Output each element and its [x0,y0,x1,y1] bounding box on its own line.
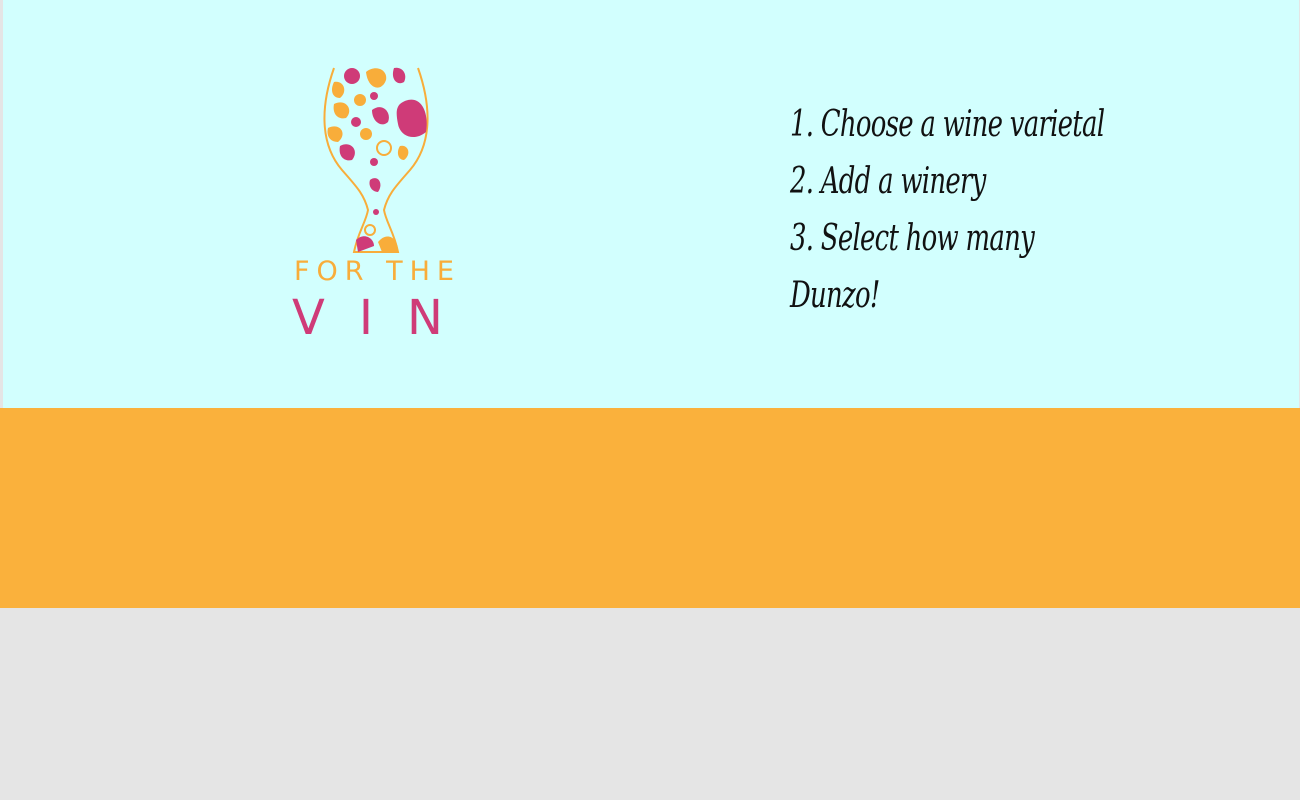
step-choose-varietal: 1. Choose a wine varietal [790,104,1105,145]
page: FOR THE VIN 1. Choose a wine varietal 2.… [0,0,1300,800]
logo-tagline: FOR THE [294,256,461,287]
brand-logo: FOR THE VIN [290,62,460,352]
step-add-winery: 2. Add a winery [790,161,986,202]
steps-list: 1. Choose a wine varietal 2. Add a winer… [790,96,1230,324]
orange-band [0,408,1300,608]
wine-glass-floral-icon [323,67,429,253]
step-select-quantity: 3. Select how many [790,218,1035,259]
gray-content-area [0,608,1300,800]
step-done: Dunzo! [790,275,880,316]
logo-wordmark: VIN [292,290,477,346]
